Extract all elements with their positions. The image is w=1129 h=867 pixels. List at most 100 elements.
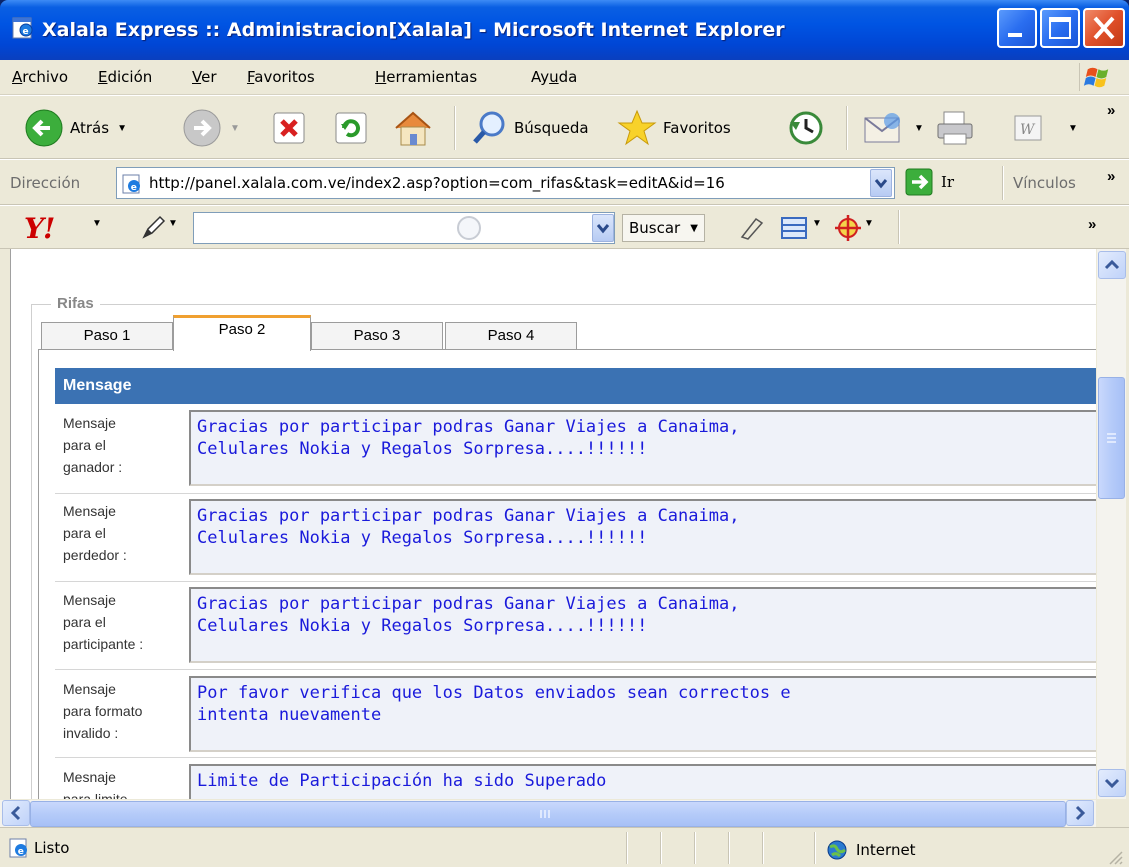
title-bar[interactable]: e Xalala Express :: Administracion[Xalal… — [0, 0, 1129, 60]
yahoo-overflow-chevron-icon[interactable]: » — [1088, 216, 1096, 233]
security-zone-label: Internet — [856, 841, 916, 859]
mail-dropdown-icon[interactable]: ▼ — [914, 123, 924, 134]
menu-ayuda[interactable]: Ayuda — [531, 68, 577, 86]
crosshair-dropdown-icon[interactable]: ▼ — [864, 218, 874, 229]
back-dropdown-icon[interactable]: ▼ — [117, 123, 127, 134]
yahoo-logo[interactable]: Y! — [24, 212, 55, 245]
chevron-right-icon — [1075, 805, 1086, 821]
tab-paso-1[interactable]: Paso 1 — [41, 322, 173, 350]
address-label: Dirección — [10, 174, 81, 192]
browser-viewport: Rifas Paso 1 Paso 2 Paso 3 Paso 4 Mensag… — [0, 249, 1129, 827]
horizontal-scroll-thumb[interactable] — [30, 801, 1066, 827]
grip-icon — [540, 810, 550, 818]
forward-arrow-icon — [183, 109, 221, 147]
ie-page-icon: e — [122, 174, 140, 194]
status-divider — [728, 832, 730, 864]
search-button[interactable]: Búsqueda — [470, 106, 589, 150]
print-button[interactable] — [934, 106, 978, 150]
search-magnifier-icon — [473, 111, 505, 144]
minimize-icon — [1008, 33, 1022, 37]
close-icon — [1093, 16, 1115, 40]
windows-logo-icon — [1079, 63, 1109, 91]
tab-paso-4[interactable]: Paso 4 — [445, 322, 577, 350]
yahoo-search-input[interactable] — [193, 212, 615, 244]
crosshair-icon[interactable] — [834, 214, 862, 242]
maximize-icon — [1049, 17, 1071, 39]
yahoo-toolbar: Y! ▼ ▼ Buscar ▼ ▼ ▼ » — [0, 205, 1129, 249]
forward-dropdown-icon[interactable]: ▼ — [230, 123, 240, 134]
textarea-formato-invalido[interactable]: Por favor verifica que los Datos enviado… — [189, 676, 1096, 752]
textarea-perdedor[interactable]: Gracias por participar podras Ganar Viaj… — [189, 499, 1096, 575]
scroll-right-button[interactable] — [1066, 800, 1094, 826]
home-button[interactable] — [392, 106, 434, 150]
menu-archivo[interactable]: Archivo — [12, 68, 68, 86]
word-document-icon: W — [1014, 115, 1042, 141]
minimize-button[interactable] — [997, 8, 1037, 48]
forward-button[interactable]: ▼ — [182, 106, 240, 150]
back-button[interactable]: Atrás ▼ — [24, 106, 127, 150]
pencil-dropdown-icon[interactable]: ▼ — [168, 218, 178, 229]
grip-icon — [1107, 433, 1116, 443]
address-dropdown-button[interactable] — [870, 169, 892, 197]
menu-favoritos[interactable]: Favoritos — [247, 68, 315, 86]
favorites-label: Favoritos — [663, 119, 731, 137]
vertical-scroll-thumb[interactable] — [1098, 377, 1125, 499]
address-input[interactable]: e http://panel.xalala.com.ve/index2.asp?… — [116, 167, 895, 199]
horizontal-scrollbar[interactable] — [0, 799, 1096, 827]
textarea-ganador[interactable]: Gracias por participar podras Ganar Viaj… — [189, 410, 1096, 486]
highlight-pen-icon[interactable] — [738, 215, 766, 241]
address-bar: Dirección e http://panel.xalala.com.ve/i… — [0, 159, 1129, 205]
toolbar-separator — [454, 106, 456, 150]
edit-dropdown-icon[interactable]: ▼ — [1068, 123, 1078, 134]
status-divider — [762, 832, 764, 864]
window-title: Xalala Express :: Administracion[Xalala]… — [42, 19, 785, 41]
label-formato-invalido: Mensaje para formato invalido : — [63, 681, 143, 741]
close-button[interactable] — [1083, 8, 1125, 48]
menu-herramientas[interactable]: Herramientas — [375, 68, 477, 86]
chevron-down-icon — [874, 179, 888, 189]
menu-bar: Archivo Edición Ver Favoritos Herramient… — [0, 60, 1129, 95]
address-separator — [1002, 166, 1004, 200]
textarea-limite[interactable]: Limite de Participación ha sido Superado — [189, 764, 1096, 799]
scroll-left-button[interactable] — [2, 800, 30, 826]
menu-edicion[interactable]: Edición — [98, 68, 152, 86]
tab-paso-3[interactable]: Paso 3 — [311, 322, 443, 350]
yahoo-search-button[interactable]: Buscar ▼ — [622, 214, 705, 242]
links-overflow-chevron-icon[interactable]: » — [1107, 168, 1115, 185]
row-divider — [55, 493, 1096, 494]
go-label: Ir — [941, 173, 955, 191]
word-edit-button[interactable]: W ▼ — [1012, 106, 1078, 150]
toolbar-separator — [846, 106, 848, 150]
stop-button[interactable] — [271, 106, 307, 150]
yahoo-search-dropdown-button[interactable] — [592, 214, 614, 242]
ie-page-icon: e — [12, 17, 33, 39]
layout-icon[interactable] — [780, 216, 810, 240]
refresh-button[interactable] — [333, 106, 369, 150]
toolbar-overflow-chevron-icon[interactable]: » — [1107, 102, 1115, 119]
yahoo-search-button-dropdown-icon[interactable]: ▼ — [690, 223, 698, 234]
layout-dropdown-icon[interactable]: ▼ — [812, 218, 822, 229]
scroll-up-button[interactable] — [1098, 251, 1126, 279]
scroll-down-button[interactable] — [1098, 769, 1126, 797]
history-button[interactable] — [786, 106, 826, 150]
svg-text:e: e — [23, 27, 29, 37]
history-icon — [789, 111, 823, 145]
yahoo-menu-dropdown-icon[interactable]: ▼ — [92, 218, 102, 229]
textarea-participante[interactable]: Gracias por participar podras Ganar Viaj… — [189, 587, 1096, 663]
yahoo-search-label: Buscar — [629, 219, 681, 237]
chevron-down-icon — [1104, 778, 1120, 789]
chevron-left-icon — [10, 805, 21, 821]
links-label[interactable]: Vínculos — [1013, 174, 1076, 192]
pencil-icon[interactable] — [140, 215, 170, 241]
mail-button[interactable]: ▼ — [862, 106, 924, 150]
security-zone[interactable]: Internet — [826, 839, 916, 861]
resize-grip-icon[interactable] — [1106, 848, 1124, 866]
web-page: Rifas Paso 1 Paso 2 Paso 3 Paso 4 Mensag… — [10, 249, 1096, 799]
tab-paso-2[interactable]: Paso 2 — [173, 315, 311, 351]
menu-ver[interactable]: Ver — [192, 68, 217, 86]
svg-text:W: W — [1020, 122, 1036, 138]
maximize-button[interactable] — [1040, 8, 1080, 48]
vertical-scrollbar[interactable] — [1096, 249, 1126, 799]
go-button[interactable]: Ir — [905, 168, 954, 196]
favorites-button[interactable]: Favoritos — [617, 106, 731, 150]
